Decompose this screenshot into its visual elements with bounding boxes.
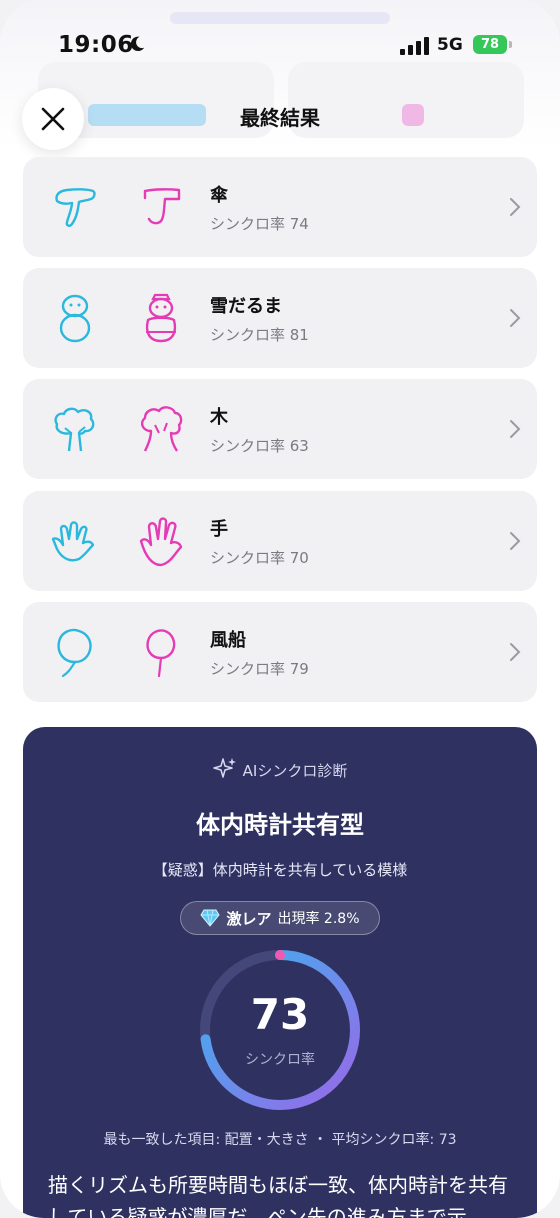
result-score: シンクロ率 70 [210,549,309,567]
result-score: シンクロ率 74 [210,215,309,233]
result-card-snowman[interactable]: 雪だるま シンクロ率 81 [23,268,537,368]
result-score: シンクロ率 79 [210,660,309,678]
chevron-right-icon [510,532,521,550]
umbrella-drawing-b [143,188,181,225]
result-name: 木 [210,407,228,428]
rarity-rate: 出現率 2.8% [277,911,360,927]
result-name: 風船 [210,630,246,651]
ai-diagnosis-panel: AIシンクロ診断 体内時計共有型 【疑惑】体内時計を共有している模様 激レア 出… [23,727,537,1218]
rarity-label: 激レア [226,909,272,928]
result-name: 手 [210,519,228,540]
umbrella-drawing-a [55,188,96,227]
tree-drawing-a [54,407,95,452]
sparkles-icon [212,758,236,778]
gauge-start-dot [275,950,285,960]
hand-drawing-b [139,517,183,567]
rarity-badge: 激レア 出現率 2.8% [180,901,380,935]
status-time: 19:06 [58,32,134,58]
result-name: 雪だるま [210,296,282,317]
signal-icon [400,37,430,55]
battery-tip [509,41,512,48]
result-card-tree[interactable]: 木 シンクロ率 63 [23,379,537,479]
diamond-icon [200,909,221,927]
snowman-drawing-b [145,293,177,343]
result-score: シンクロ率 81 [210,326,309,344]
sync-score-label: シンクロ率 [245,1052,315,1068]
chevron-right-icon [510,420,521,438]
ai-heading-label: AIシンクロ診断 [242,762,348,780]
result-card-hand[interactable]: 手 シンクロ率 70 [23,491,537,591]
balloon-drawing-b [146,629,176,678]
ai-heading: AIシンクロ診断 [23,757,537,781]
ai-type-name: 体内時計共有型 [196,811,364,839]
hand-drawing-a [51,521,95,562]
result-card-balloon[interactable]: 風船 シンクロ率 79 [23,602,537,702]
chevron-right-icon [510,643,521,661]
ai-meta: 最も一致した項目: 配置・大きさ ・ 平均シンクロ率: 73 [103,1132,457,1148]
sync-score: 73 [250,990,310,1039]
chevron-right-icon [510,309,521,327]
screen: 19:06 5G 78 最終結果 傘 シンクロ率 74 雪だるま シンクロ率 8… [0,0,560,1218]
page-title: 最終結果 [240,106,320,130]
network-label: 5G [437,35,463,55]
result-name: 傘 [210,185,228,206]
result-card-umbrella[interactable]: 傘 シンクロ率 74 [23,157,537,257]
tree-drawing-b [140,406,183,452]
battery-icon: 78 [473,35,507,54]
moon-icon [130,36,145,52]
status-bar: 19:06 5G 78 [0,28,560,64]
chevron-right-icon [510,198,521,216]
snowman-drawing-a [59,294,91,343]
balloon-drawing-a [57,628,92,678]
result-score: シンクロ率 63 [210,437,309,455]
background-progress-bar [170,12,390,24]
ai-subtitle: 【疑惑】体内時計を共有している模様 [152,861,408,879]
ai-description: 描くリズムも所要時間もほぼ一致、体内時計を共有している疑惑が濃厚だ。ペン先の進み… [48,1173,508,1218]
